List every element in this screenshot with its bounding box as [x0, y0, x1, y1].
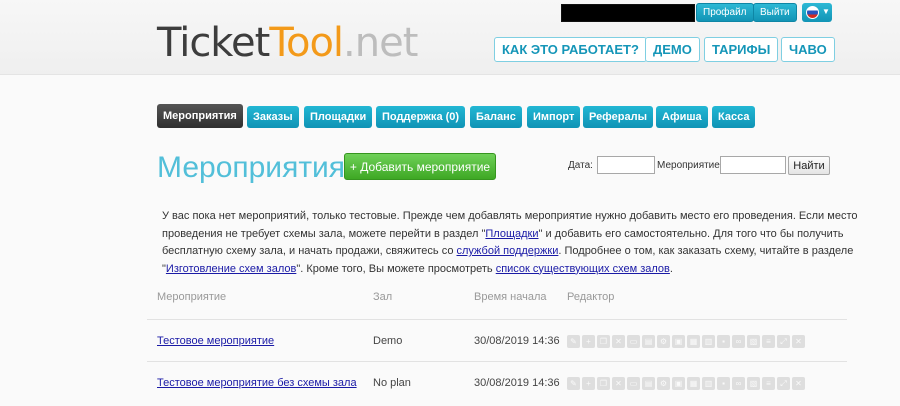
lock-icon[interactable]: ▪: [717, 335, 730, 348]
tab-poster[interactable]: Афиша: [656, 106, 708, 128]
site-logo[interactable]: TicketTool.net: [157, 20, 418, 66]
event-link[interactable]: Тестовое мероприятие без схемы зала: [157, 377, 357, 390]
chart-icon[interactable]: ▥: [702, 377, 715, 390]
lock-icon[interactable]: ▪: [717, 377, 730, 390]
event-filter-label: Мероприятие:: [657, 160, 723, 171]
tab-venues[interactable]: Площадки: [304, 106, 373, 128]
tab-support[interactable]: Поддержка (0): [376, 106, 466, 128]
event-filter-input[interactable]: [720, 156, 786, 174]
folder-icon[interactable]: ▭: [627, 377, 640, 390]
hall-schemes-link[interactable]: Изготовление схем залов: [166, 263, 296, 275]
date-input[interactable]: [597, 156, 655, 174]
copy-icon[interactable]: ❐: [597, 335, 610, 348]
folder-icon[interactable]: ▭: [627, 335, 640, 348]
redacted-user-field: [561, 4, 695, 22]
image-icon[interactable]: ▣: [672, 377, 685, 390]
delete-icon[interactable]: ✕: [612, 377, 625, 390]
editor-tools: ✎ + ❐ ✕ ▭ ▤ ⚙ ▣ ▦ ▥ ▪ ∞ ▧ ≡ ⤢ ✕: [567, 335, 805, 348]
event-start-time: 30/08/2019 14:36: [474, 335, 560, 347]
nav-tariffs[interactable]: ТАРИФЫ: [704, 37, 779, 62]
column-header-start-time: Время начала: [474, 291, 547, 303]
edit-icon[interactable]: ✎: [567, 335, 580, 348]
logo-part-ticket: Ticket: [157, 20, 270, 66]
event-link[interactable]: Тестовое мероприятие: [157, 335, 274, 348]
info-text-4: ". Кроме того, Вы можете просмотреть: [296, 262, 496, 275]
nav-faq[interactable]: ЧАВО: [781, 37, 835, 62]
event-start-time: 30/08/2019 14:36: [474, 377, 560, 389]
date-label: Дата:: [568, 160, 593, 171]
column-header-hall: Зал: [373, 291, 393, 303]
info-paragraph: У вас пока нет мероприятий, только тесто…: [162, 208, 862, 278]
list-icon[interactable]: ≡: [762, 335, 775, 348]
settings-icon[interactable]: ⚙: [657, 377, 670, 390]
chart-icon[interactable]: ▥: [702, 335, 715, 348]
close-icon[interactable]: ✕: [792, 377, 805, 390]
calendar-icon[interactable]: ▧: [747, 377, 760, 390]
nav-how-it-works[interactable]: КАК ЭТО РАБОТАЕТ?: [494, 37, 647, 62]
column-header-event: Мероприятие: [157, 291, 227, 303]
link-icon[interactable]: ∞: [732, 335, 745, 348]
editor-tools: ✎ + ❐ ✕ ▭ ▤ ⚙ ▣ ▦ ▥ ▪ ∞ ▧ ≡ ⤢ ✕: [567, 377, 805, 390]
event-hall: Demo: [373, 335, 403, 347]
ticket-icon[interactable]: ▤: [642, 335, 655, 348]
page-title: Мероприятия: [157, 151, 346, 184]
info-text-5: .: [669, 262, 673, 275]
logout-button[interactable]: Выйти: [753, 3, 797, 22]
delete-icon[interactable]: ✕: [612, 335, 625, 348]
tab-balance[interactable]: Баланс: [470, 106, 522, 128]
print-icon[interactable]: ▦: [687, 377, 700, 390]
scheme-list-link[interactable]: список существующих схем залов: [496, 263, 670, 275]
list-icon[interactable]: ≡: [762, 377, 775, 390]
nav-demo[interactable]: ДЕМО: [645, 37, 700, 62]
profile-button[interactable]: Профайл: [696, 3, 754, 22]
ticket-icon[interactable]: ▤: [642, 377, 655, 390]
image-icon[interactable]: ▣: [672, 335, 685, 348]
expand-icon[interactable]: ⤢: [777, 377, 790, 390]
add-icon[interactable]: +: [582, 335, 595, 348]
venues-link[interactable]: Площадки: [485, 228, 538, 240]
flag-ru-icon: [806, 6, 819, 19]
logo-part-net: .net: [343, 20, 418, 66]
edit-icon[interactable]: ✎: [567, 377, 580, 390]
find-button[interactable]: Найти: [788, 156, 830, 175]
tab-cashdesk[interactable]: Касса: [712, 106, 756, 128]
copy-icon[interactable]: ❐: [597, 377, 610, 390]
tab-orders[interactable]: Заказы: [247, 106, 299, 128]
tab-referrals[interactable]: Рефералы: [583, 106, 653, 128]
print-icon[interactable]: ▦: [687, 335, 700, 348]
calendar-icon[interactable]: ▧: [747, 335, 760, 348]
language-selector[interactable]: ▼: [802, 3, 832, 22]
link-icon[interactable]: ∞: [732, 377, 745, 390]
chevron-down-icon: ▼: [822, 7, 830, 16]
add-icon[interactable]: +: [582, 377, 595, 390]
logo-part-tool: Tool: [269, 20, 344, 66]
event-hall: No plan: [373, 377, 411, 389]
table-row: Тестовое мероприятие Demo 30/08/2019 14:…: [147, 319, 847, 361]
tab-import[interactable]: Импорт: [527, 106, 581, 128]
close-icon[interactable]: ✕: [792, 335, 805, 348]
support-link[interactable]: службой поддержки: [457, 245, 559, 257]
add-event-button[interactable]: + Добавить мероприятие: [344, 153, 496, 180]
expand-icon[interactable]: ⤢: [777, 335, 790, 348]
settings-icon[interactable]: ⚙: [657, 335, 670, 348]
table-row: Тестовое мероприятие без схемы зала No p…: [147, 361, 847, 403]
column-header-editor: Редактор: [567, 291, 615, 303]
tab-events[interactable]: Мероприятия: [157, 104, 243, 128]
